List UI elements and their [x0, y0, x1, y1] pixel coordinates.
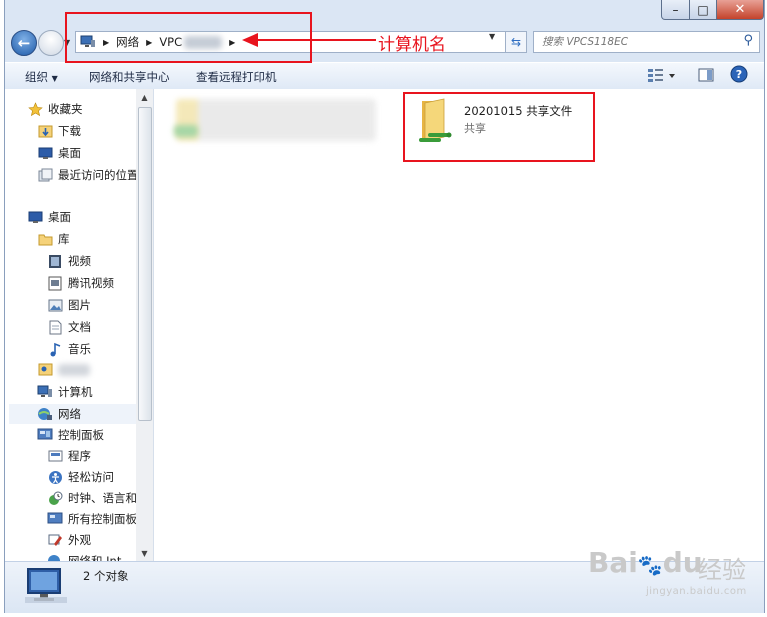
sidebar-item-network-internet[interactable]: 网络和 Int [47, 553, 121, 561]
status-network-icon [22, 565, 70, 610]
close-icon: ✕ [734, 2, 746, 17]
scroll-down-icon[interactable]: ▼ [136, 545, 153, 561]
sidebar-item-desktop-favorite[interactable]: 桌面 [37, 145, 81, 161]
video-icon [47, 254, 63, 269]
music-icon [47, 342, 63, 357]
star-icon [27, 101, 43, 117]
sidebar-item-control-panel[interactable]: 控制面板 [37, 427, 104, 443]
computer-icon [37, 385, 53, 400]
redacted-folder-icon-base [174, 125, 198, 137]
appearance-icon [47, 533, 63, 548]
command-bar: 组织 ▼ 网络和共享中心 查看远程打印机 ? [5, 62, 764, 90]
sidebar-item-appearance[interactable]: 外观 [47, 532, 91, 548]
organize-menu[interactable]: 组织 ▼ [25, 69, 58, 85]
control-panel-icon [47, 512, 63, 527]
annotation-label: 计算机名 [378, 35, 446, 55]
scrollbar-thumb[interactable] [138, 107, 152, 421]
sidebar-item-pictures[interactable]: 图片 [47, 297, 91, 313]
maximize-button[interactable]: □ [689, 0, 717, 20]
library-icon [37, 232, 53, 247]
desktop-icon [37, 146, 53, 161]
sidebar-item-computer[interactable]: 计算机 [37, 384, 93, 400]
navigation-pane: 收藏夹 下载 桌面 最近访问的位置 桌面 库 视频 腾讯视频 图片 文档 音乐 … [5, 89, 154, 561]
sidebar-item-videos[interactable]: 视频 [47, 253, 91, 269]
svg-text:?: ? [736, 68, 742, 81]
sidebar-item-recent-places[interactable]: 最近访问的位置 [37, 167, 139, 183]
close-button[interactable]: ✕ [716, 0, 764, 20]
annotation-arrow-icon [242, 33, 376, 47]
ease-of-access-icon [47, 470, 63, 485]
user-folder-icon [37, 362, 53, 377]
control-panel-icon [37, 428, 53, 443]
annotation-highlight-folder [403, 92, 595, 162]
clock-globe-icon [47, 491, 63, 506]
network-icon [37, 407, 53, 422]
sidebar-item-programs[interactable]: 程序 [47, 448, 91, 464]
watermark-url: jingyan.baidu.com [646, 586, 747, 597]
programs-icon [47, 449, 63, 464]
sidebar-item-tencent-video[interactable]: 腾讯视频 [47, 275, 114, 291]
back-button[interactable]: ← [11, 30, 37, 56]
sidebar-item-documents[interactable]: 文档 [47, 319, 91, 335]
redacted-folder-item[interactable] [176, 99, 376, 141]
refresh-icon: ⇆ [510, 35, 522, 49]
pictures-icon [47, 298, 63, 313]
sidebar-item-favorites[interactable]: 收藏夹 [27, 101, 83, 117]
view-options-icon[interactable] [647, 66, 677, 87]
downloads-folder-icon [37, 124, 53, 139]
sidebar-item-user[interactable] [37, 362, 90, 377]
chevron-down-icon: ▼ [51, 74, 58, 83]
baidu-watermark: Bai🐾du 经验 jingyan.baidu.com [588, 540, 763, 615]
sidebar-item-ease-of-access[interactable]: 轻松访问 [47, 469, 114, 485]
forward-button[interactable] [38, 30, 64, 56]
preview-pane-icon[interactable] [697, 66, 715, 87]
sidebar-item-clock-language[interactable]: 时钟、语言和[ [47, 490, 142, 506]
recent-places-icon [37, 168, 53, 183]
minimize-icon: – [672, 2, 679, 17]
view-printers-button[interactable]: 查看远程打印机 [196, 69, 277, 85]
sidebar-item-libraries[interactable]: 库 [37, 231, 70, 247]
search-box[interactable]: ⚲ [533, 31, 760, 53]
sidebar-item-all-control-panel[interactable]: 所有控制面板¥ [47, 511, 144, 527]
address-dropdown-icon[interactable]: ▼ [489, 32, 495, 41]
sidebar-item-music[interactable]: 音乐 [47, 341, 91, 357]
documents-icon [47, 320, 63, 335]
watermark-brand: Bai🐾du [588, 546, 703, 579]
network-icon [47, 554, 63, 561]
sidebar-item-network[interactable]: 网络 [9, 404, 136, 424]
refresh-button[interactable]: ⇆ [505, 31, 527, 53]
desktop-icon [27, 210, 43, 225]
status-object-count: 2 个对象 [83, 569, 129, 583]
sidebar-scrollbar[interactable]: ▲ ▼ [136, 89, 153, 561]
redacted-user-name [58, 363, 90, 376]
minimize-button[interactable]: – [661, 0, 690, 20]
sidebar-item-desktop[interactable]: 桌面 [27, 209, 71, 225]
tencent-video-icon [47, 276, 63, 291]
back-arrow-icon: ← [17, 34, 31, 52]
help-icon[interactable]: ? [730, 65, 748, 86]
watermark-cn: 经验 [698, 556, 746, 584]
scroll-up-icon[interactable]: ▲ [136, 89, 153, 105]
maximize-icon: □ [697, 2, 709, 17]
paw-icon: 🐾 [637, 553, 663, 577]
network-center-button[interactable]: 网络和共享中心 [89, 69, 170, 85]
sidebar-item-downloads[interactable]: 下载 [37, 123, 81, 139]
search-icon[interactable]: ⚲ [743, 33, 753, 48]
search-input[interactable] [540, 35, 739, 49]
explorer-window: – □ ✕ ← ▼ ▶ 网络 ▶ VPC ▶ ▼ ⇆ ⚲ 组织 ▼ 网络和共享中… [4, 0, 765, 613]
